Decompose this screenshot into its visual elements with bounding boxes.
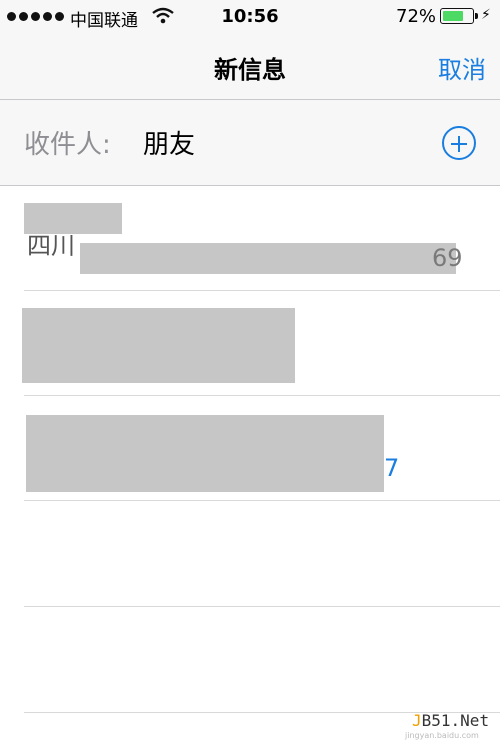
redacted-contact-info (22, 308, 295, 383)
add-contact-icon[interactable] (442, 126, 476, 160)
contact-suggestion-row[interactable]: 四川 69 (24, 186, 500, 291)
battery-percentage: 72% (396, 6, 437, 27)
navigation-bar: 新信息 取消 (0, 34, 500, 100)
recipient-input[interactable]: 朋友 (143, 124, 195, 161)
phone-number-tail: 7 (384, 454, 400, 482)
charging-icon: ⚡ (481, 7, 491, 23)
recipient-field[interactable]: 收件人: 朋友 (0, 100, 500, 186)
page-title: 新信息 (214, 56, 286, 84)
recipient-label: 收件人: (24, 130, 111, 160)
redacted-contact-info (26, 415, 384, 492)
contact-suggestion-row[interactable]: 7 (24, 396, 500, 501)
redacted-phone-number (80, 243, 456, 274)
contact-suggestion-row[interactable] (22, 291, 500, 396)
empty-list-row (24, 607, 500, 713)
cancel-button[interactable]: 取消 (438, 50, 486, 85)
empty-list-row (24, 501, 500, 607)
watermark-url: jingyan.baidu.com (405, 731, 479, 740)
contact-location: 四川 (27, 232, 75, 260)
status-bar: 中国联通 10:56 72% ⚡ (0, 0, 500, 34)
phone-number-tail: 69 (432, 244, 463, 272)
battery-tip (475, 13, 478, 19)
watermark-logo: JB51.Net (412, 711, 490, 730)
battery-icon (440, 8, 474, 24)
